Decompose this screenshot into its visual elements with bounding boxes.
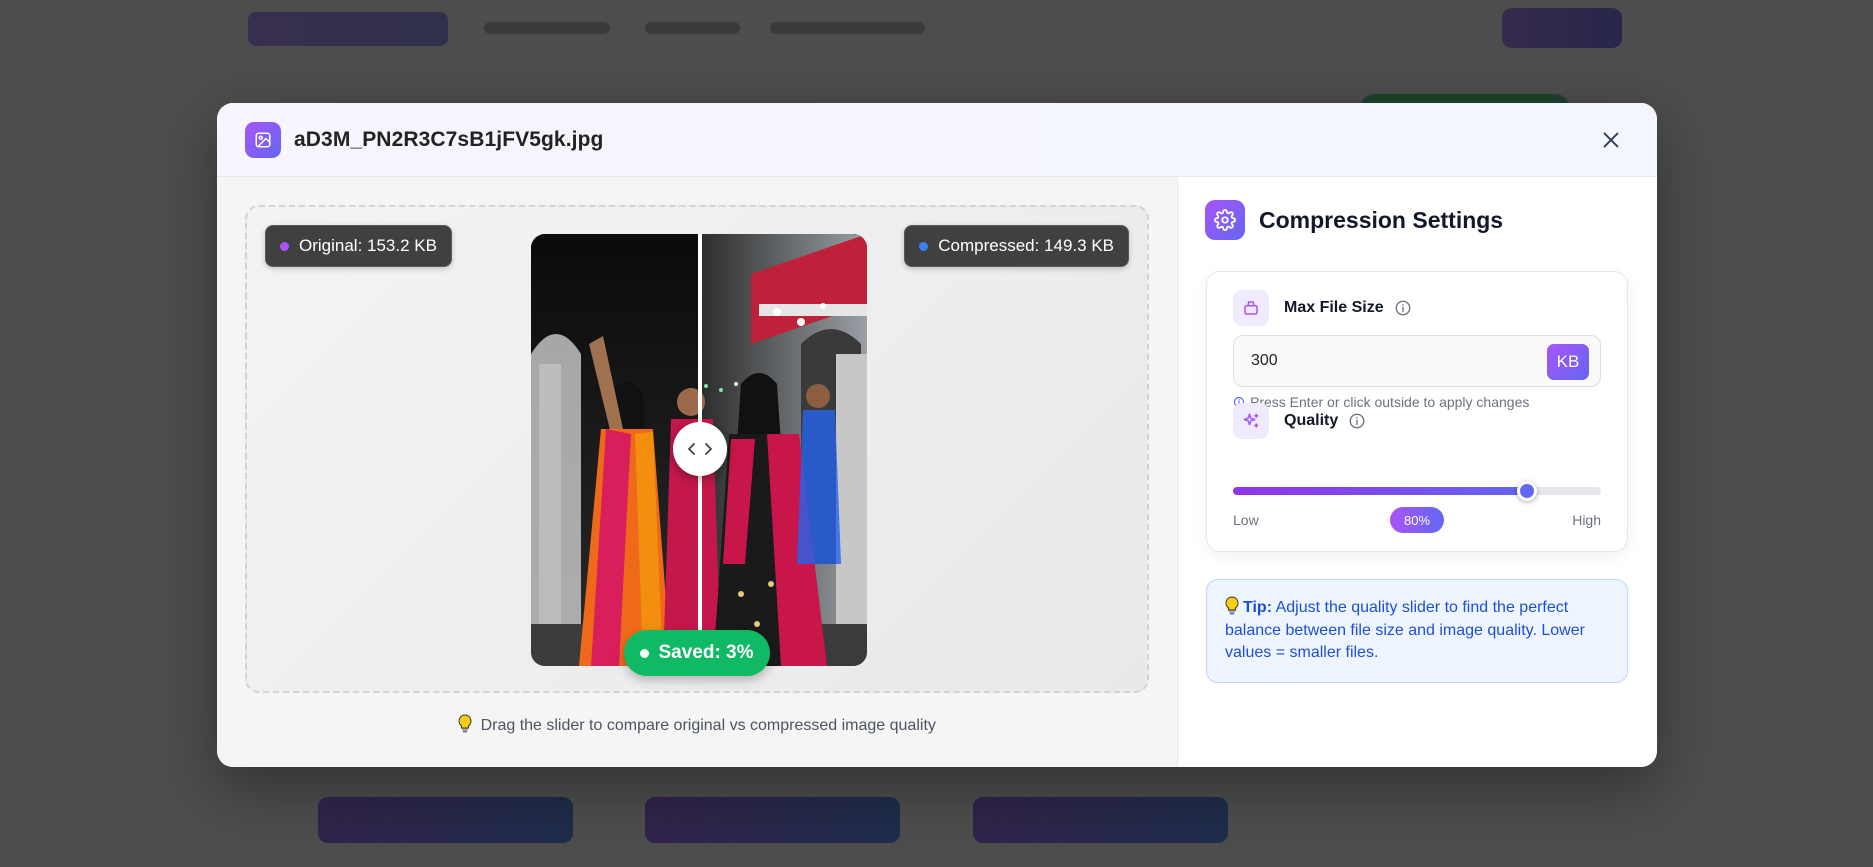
quality-slider-fill	[1233, 487, 1528, 495]
quality-high-label: High	[1572, 512, 1601, 528]
original-size-label: Original: 153.2 KB	[299, 236, 437, 255]
quality-row: Quality	[1233, 403, 1366, 439]
quality-value-badge: 80%	[1390, 507, 1444, 533]
modal-body: Original: 153.2 KB Compressed: 149.3 KB	[217, 177, 1657, 767]
chevron-right-icon	[705, 443, 712, 455]
comparison-image[interactable]	[531, 234, 867, 666]
quality-slider-thumb[interactable]	[1517, 481, 1538, 501]
weight-icon	[1233, 290, 1269, 326]
image-compare-area: Original: 153.2 KB Compressed: 149.3 KB	[245, 205, 1149, 693]
compare-handle[interactable]	[673, 422, 727, 476]
preview-pane: Original: 153.2 KB Compressed: 149.3 KB	[217, 177, 1177, 767]
settings-header: Compression Settings	[1205, 200, 1503, 240]
compressed-size-label: Compressed: 149.3 KB	[938, 236, 1114, 255]
chevron-left-icon	[688, 443, 695, 455]
quality-low-label: Low	[1233, 512, 1259, 528]
image-icon	[245, 121, 281, 158]
close-icon	[1603, 132, 1619, 147]
lightbulb-icon	[458, 714, 472, 733]
tip-text: Adjust the quality slider to find the pe…	[1225, 599, 1585, 661]
sparkles-icon	[1233, 403, 1269, 439]
max-file-size-row: Max File Size	[1233, 290, 1412, 326]
tip-box: Tip: Adjust the quality slider to find t…	[1206, 579, 1628, 683]
compressed-dot	[919, 241, 929, 251]
original-dot	[280, 241, 289, 251]
compare-hint: Drag the slider to compare original vs c…	[217, 714, 1177, 735]
max-file-size-field: KB	[1233, 335, 1601, 387]
quality-slider[interactable]	[1233, 481, 1601, 501]
max-file-size-input[interactable]	[1251, 352, 1531, 370]
saved-label: Saved: 3%	[658, 642, 754, 663]
max-file-size-label: Max File Size	[1284, 299, 1384, 316]
tip-prefix: Tip:	[1243, 599, 1273, 616]
original-size-badge: Original: 153.2 KB	[265, 225, 452, 267]
close-button[interactable]	[1593, 122, 1629, 158]
info-icon[interactable]	[1394, 299, 1412, 317]
settings-card: Max File Size KB Press Enter or click ou…	[1206, 271, 1628, 552]
quality-label: Quality	[1284, 412, 1339, 429]
compressed-size-badge: Compressed: 149.3 KB	[904, 225, 1129, 267]
lightbulb-icon	[1225, 596, 1239, 615]
saved-dot	[640, 648, 650, 658]
info-icon[interactable]	[1348, 412, 1366, 430]
modal-title: aD3M_PN2R3C7sB1jFV5gk.jpg	[294, 127, 604, 151]
compare-hint-text: Drag the slider to compare original vs c…	[480, 717, 936, 734]
settings-title: Compression Settings	[1259, 206, 1504, 233]
gear-icon	[1205, 200, 1245, 240]
modal-header: aD3M_PN2R3C7sB1jFV5gk.jpg	[217, 103, 1657, 177]
image-compression-modal: aD3M_PN2R3C7sB1jFV5gk.jpg Original: 153.…	[217, 103, 1657, 767]
settings-panel: Compression Settings Max File Size 300 K…	[1177, 177, 1657, 767]
unit-label: KB	[1547, 344, 1589, 380]
saved-badge: Saved: 3%	[624, 630, 770, 676]
